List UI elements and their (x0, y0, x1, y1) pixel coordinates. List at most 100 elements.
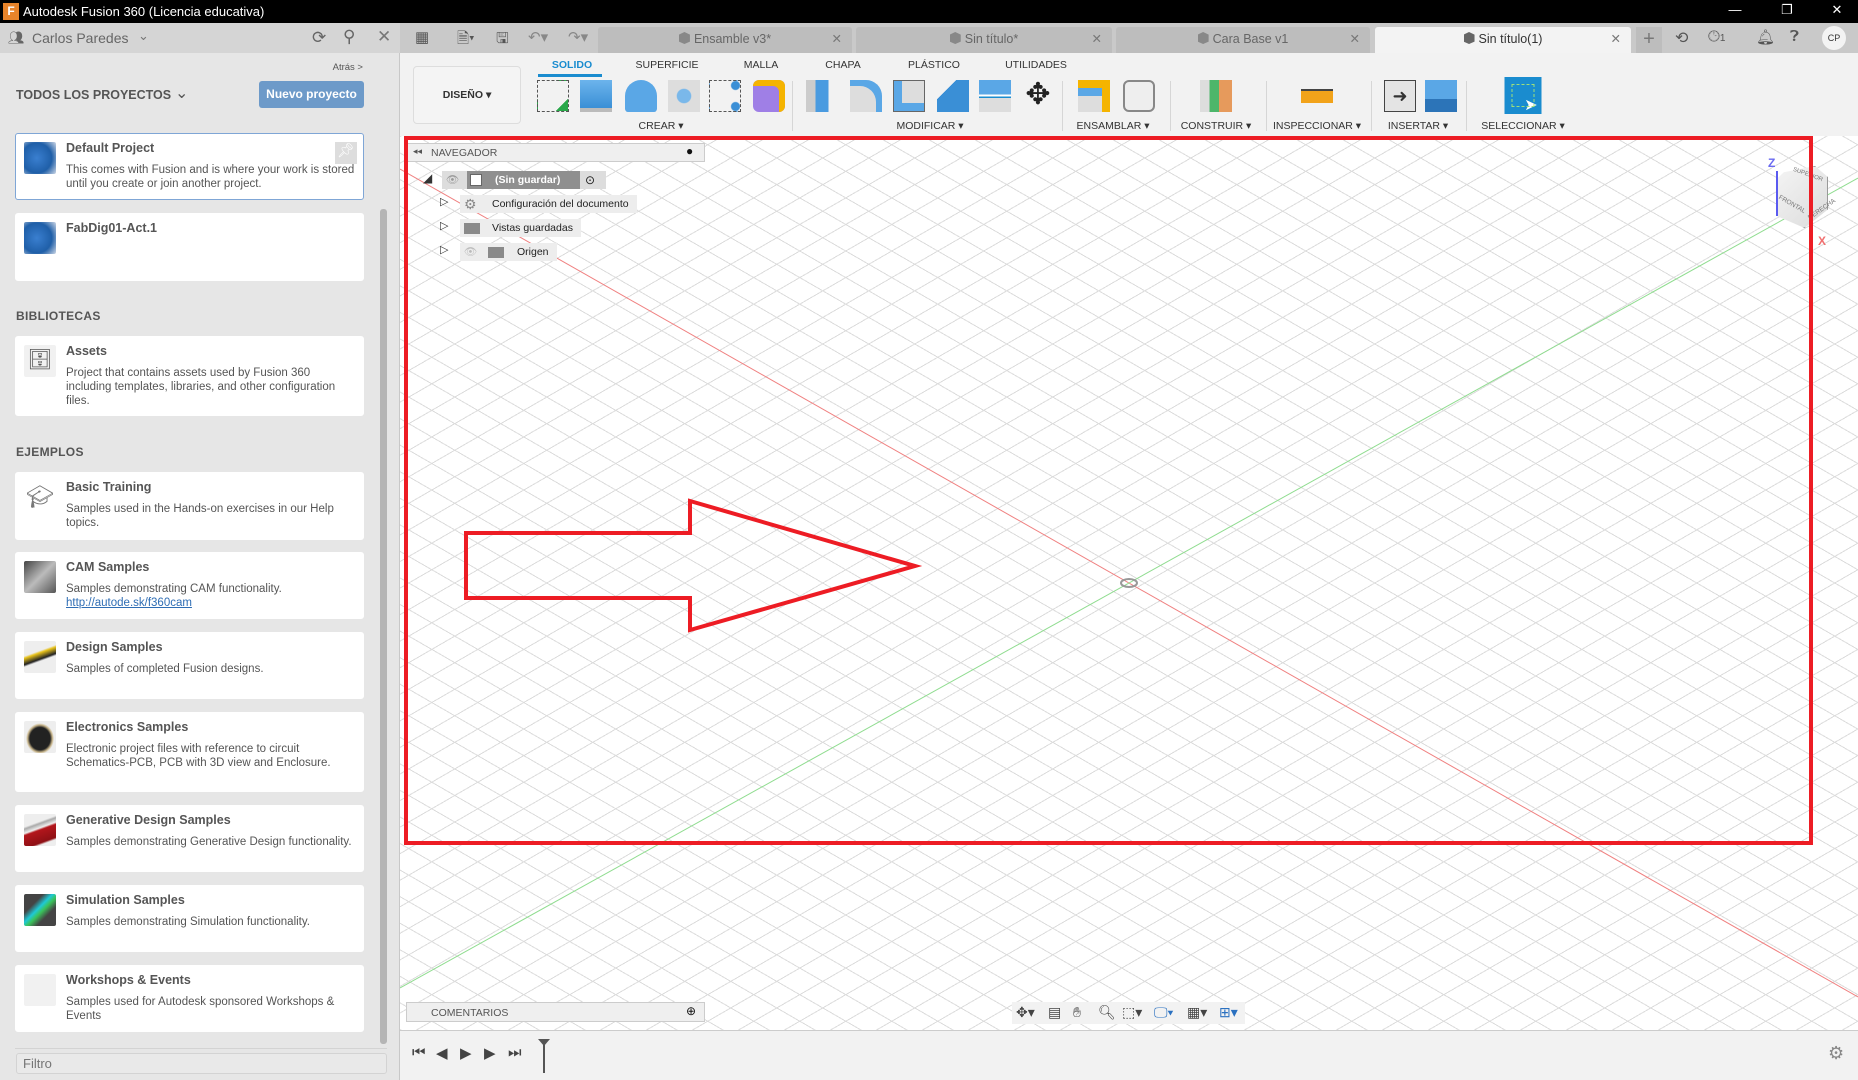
user-selector[interactable]: Carlos Paredes (32, 30, 129, 46)
insert-derive-icon[interactable]: ➜ (1384, 80, 1416, 112)
example-description: Samples of completed Fusion designs. (66, 663, 264, 675)
example-card[interactable]: Generative Design Samples Samples demons… (15, 805, 364, 872)
example-card[interactable]: Design Samples Samples of completed Fusi… (15, 632, 364, 699)
offset-plane-icon[interactable] (1200, 80, 1232, 112)
user-avatar[interactable]: CP (1822, 26, 1846, 50)
timeline-marker-head[interactable] (538, 1039, 550, 1046)
tab-sin-titulo[interactable]: Sin título* ✕ (856, 27, 1112, 53)
example-card[interactable]: Electronics Samples Electronic project f… (15, 712, 364, 792)
sidebar-scrollbar[interactable] (380, 209, 387, 1044)
search-icon[interactable]: ⚲ (343, 27, 355, 47)
pin-icon[interactable]: 📌︎ (335, 142, 357, 164)
joint-icon[interactable] (1123, 80, 1155, 112)
group-inspeccionar[interactable]: INSPECCIONAR ▾ (1273, 120, 1361, 132)
back-link[interactable]: Atrás > (333, 62, 363, 73)
save-icon[interactable]: 🖫︎ (496, 28, 509, 53)
display-settings-icon[interactable]: 🖵︎▾ (1154, 1004, 1173, 1021)
create-sketch-icon[interactable] (537, 80, 569, 112)
group-insertar[interactable]: INSERTAR ▾ (1388, 120, 1448, 132)
data-panel: 👥︎ Carlos Paredes ⌄ ⟳ ⚲ ✕ Atrás > TODOS … (0, 23, 400, 1080)
project-card-fabdig[interactable]: FabDig01-Act.1 (15, 213, 364, 281)
step-back-icon[interactable]: ◀ (436, 1044, 448, 1062)
comments-panel[interactable]: COMENTARIOS ⊕ (406, 1002, 705, 1022)
grid-settings-icon[interactable]: ▦▾ (1187, 1004, 1207, 1021)
projects-heading[interactable]: TODOS LOS PROYECTOS (16, 88, 171, 102)
extrude-icon[interactable] (580, 80, 612, 112)
group-ensamblar[interactable]: ENSAMBLAR ▾ (1077, 120, 1150, 132)
redo-icon[interactable]: ↷▾ (568, 28, 588, 46)
tab-chapa[interactable]: CHAPA (825, 59, 860, 71)
fit-icon[interactable]: ⬚▾ (1122, 1004, 1142, 1021)
close-tab-icon[interactable]: ✕ (1092, 27, 1102, 52)
group-seleccionar[interactable]: SELECCIONAR ▾ (1481, 120, 1564, 132)
close-panel-icon[interactable]: ✕ (377, 27, 391, 47)
notifications-icon[interactable]: 🔔︎ (1756, 28, 1775, 46)
close-tab-icon[interactable]: ✕ (1350, 27, 1360, 52)
shell-icon[interactable] (893, 80, 925, 112)
go-to-end-icon[interactable]: ⏭ (508, 1044, 522, 1061)
example-card[interactable]: Simulation Samples Samples demonstrating… (15, 885, 364, 952)
apps-grid-icon[interactable]: ▦ (415, 28, 429, 46)
select-icon[interactable]: ➤ (1504, 77, 1542, 114)
add-comment-icon[interactable]: ⊕ (686, 1004, 696, 1018)
example-card[interactable]: CAM Samples Samples demonstrating CAM fu… (15, 552, 364, 619)
go-to-start-icon[interactable]: ⏮ (412, 1044, 426, 1061)
tab-superficie[interactable]: SUPERFICIE (635, 59, 698, 71)
group-construir[interactable]: CONSTRUIR ▾ (1181, 120, 1252, 132)
cam-link[interactable]: http://autode.sk/f360cam (66, 597, 192, 609)
library-card-assets[interactable]: 🗄︎ Assets Project that contains assets u… (15, 336, 364, 416)
fillet-icon[interactable] (850, 80, 882, 112)
step-forward-icon[interactable]: ▶ (484, 1044, 496, 1062)
revolve-icon[interactable] (625, 80, 657, 112)
example-description: Samples used in the Hands-on exercises i… (66, 503, 334, 529)
tab-utilidades[interactable]: UTILIDADES (1005, 59, 1067, 71)
chevron-down-icon[interactable]: ⌄ (175, 83, 188, 103)
group-crear[interactable]: CREAR ▾ (639, 120, 684, 132)
clock-icon[interactable]: 🕒︎1 (1708, 28, 1725, 45)
look-at-icon[interactable]: ▤ (1048, 1004, 1061, 1021)
group-modificar[interactable]: MODIFICAR ▾ (896, 120, 963, 132)
tab-sin-titulo-1[interactable]: Sin título(1) ✕ (1375, 27, 1631, 53)
file-menu-icon[interactable]: 🗎︎▾ (457, 28, 475, 53)
new-project-button[interactable]: Nuevo proyecto (259, 81, 364, 108)
tab-solido[interactable]: SOLIDO (552, 59, 592, 71)
tab-malla[interactable]: MALLA (744, 59, 778, 71)
tab-ensamble[interactable]: Ensamble v3* ✕ (598, 27, 852, 53)
project-thumbnail (24, 142, 56, 174)
close-window-button[interactable]: ✕ (1822, 2, 1852, 18)
timeline-settings-gear-icon[interactable]: ⚙ (1828, 1043, 1844, 1064)
job-status-icon[interactable]: ⟲ (1675, 28, 1688, 48)
project-card-default[interactable]: Default Project This comes with Fusion a… (15, 133, 364, 200)
chevron-down-icon[interactable]: ⌄ (138, 28, 149, 44)
insert-canvas-icon[interactable] (1425, 80, 1457, 112)
example-card[interactable]: 🎓︎ Basic Training Samples used in the Ha… (15, 472, 364, 540)
workspace-selector[interactable]: DISEÑO ▾ (413, 66, 521, 124)
workshops-thumbnail (24, 974, 56, 1006)
undo-icon[interactable]: ↶▾ (528, 28, 548, 46)
minimize-button[interactable]: — (1720, 2, 1750, 17)
hole-icon[interactable] (668, 80, 700, 112)
orbit-icon[interactable]: ✥▾ (1016, 1004, 1035, 1021)
pan-hand-icon[interactable]: ✋︎ (1073, 1004, 1081, 1021)
move-icon[interactable]: ✥ (1022, 80, 1054, 112)
close-tab-icon[interactable]: ✕ (832, 27, 842, 52)
combine-icon[interactable] (937, 80, 969, 112)
measure-icon[interactable] (1301, 89, 1333, 103)
pattern-icon[interactable] (709, 80, 741, 112)
zoom-icon[interactable]: 🔍︎ (1098, 1004, 1116, 1021)
tab-plastico[interactable]: PLÁSTICO (908, 59, 960, 71)
maximize-button[interactable]: ❐ (1772, 2, 1802, 18)
form-icon[interactable] (753, 80, 785, 112)
new-component-icon[interactable] (1078, 80, 1110, 112)
close-tab-icon[interactable]: ✕ (1611, 27, 1621, 52)
new-tab-button[interactable]: + (1636, 27, 1662, 53)
help-icon[interactable]: ❓︎ (1790, 28, 1799, 45)
split-body-icon[interactable] (979, 80, 1011, 112)
example-card[interactable]: Workshops & Events Samples used for Auto… (15, 965, 364, 1032)
play-icon[interactable]: ▶ (460, 1044, 472, 1062)
tab-cara-base[interactable]: Cara Base v1 ✕ (1116, 27, 1370, 53)
press-pull-icon[interactable] (806, 80, 838, 112)
filter-input[interactable] (16, 1053, 387, 1074)
viewports-icon[interactable]: ⊞▾ (1219, 1004, 1238, 1021)
refresh-icon[interactable]: ⟳ (312, 28, 326, 48)
